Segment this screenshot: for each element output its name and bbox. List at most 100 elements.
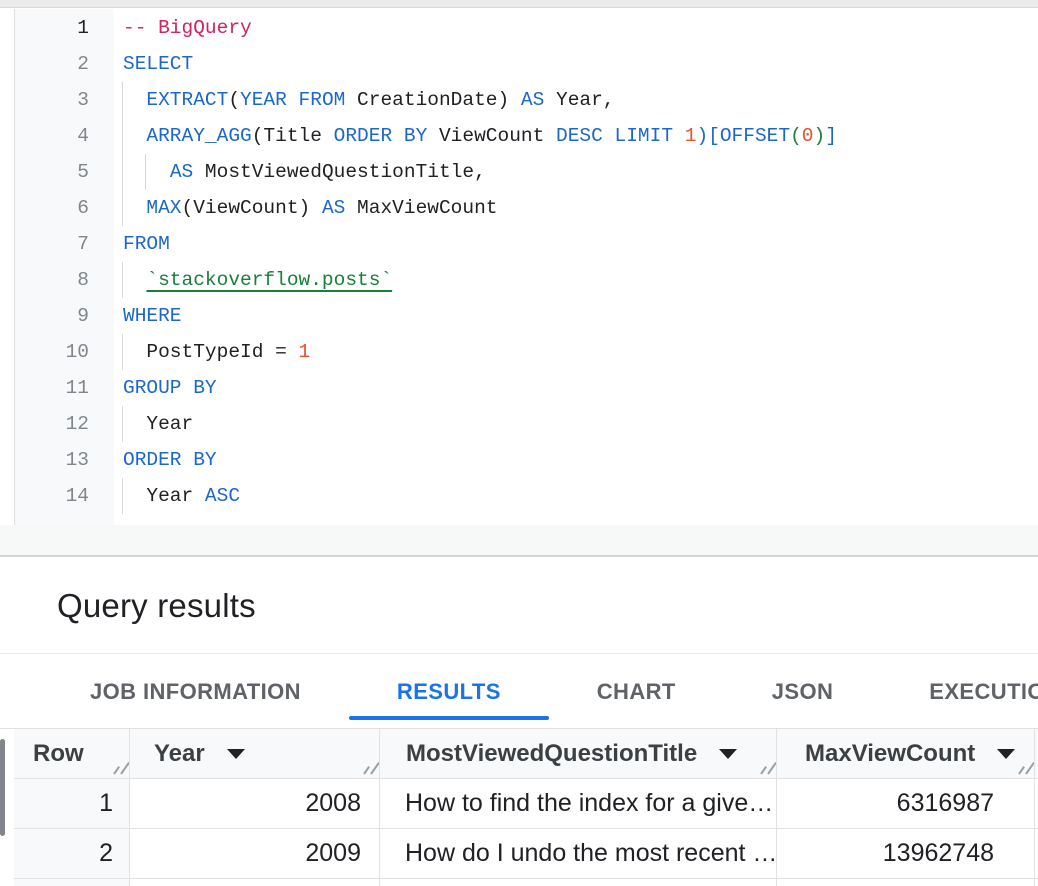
code-token bbox=[123, 341, 146, 363]
cell-year: 2008 bbox=[130, 779, 380, 828]
code-line[interactable]: 8 `stackoverflow.posts` bbox=[15, 262, 1038, 298]
code-token bbox=[123, 197, 146, 219]
code-text: -- BigQuery bbox=[114, 10, 252, 46]
tab-chart[interactable]: CHART bbox=[549, 655, 724, 728]
code-line[interactable]: 7 FROM bbox=[15, 226, 1038, 262]
cell-year: 2009 bbox=[130, 829, 380, 878]
column-label: MaxViewCount bbox=[805, 740, 975, 768]
table-row[interactable]: 12008How to find the index for a give…63… bbox=[14, 779, 1038, 829]
code-line[interactable]: 6 MAX(ViewCount) AS MaxViewCount bbox=[15, 190, 1038, 226]
code-token: AS bbox=[521, 89, 544, 111]
results-tab-bar: JOB INFORMATION RESULTS CHART JSON EXECUTION… bbox=[0, 655, 1038, 729]
indent-guide bbox=[122, 478, 123, 514]
code-token: `stackoverflow.posts` bbox=[146, 269, 392, 291]
cell-maxviewcount: 6316987 bbox=[777, 779, 1035, 828]
line-number: 12 bbox=[15, 406, 114, 442]
code-token bbox=[287, 89, 299, 111]
code-token: Year bbox=[146, 485, 205, 507]
code-token: ( bbox=[228, 89, 240, 111]
code-token bbox=[123, 89, 146, 111]
code-token: FROM bbox=[123, 233, 170, 255]
code-token: SELECT bbox=[123, 53, 193, 75]
code-token: 1 bbox=[685, 125, 697, 147]
code-text: MAX(ViewCount) AS MaxViewCount bbox=[114, 190, 497, 226]
column-label: Year bbox=[154, 740, 205, 768]
indent-guide bbox=[122, 82, 123, 118]
code-token bbox=[123, 413, 146, 435]
code-token: 0 bbox=[802, 125, 814, 147]
tab-label: EXECUTION DETAILS bbox=[929, 679, 1038, 705]
line-number: 3 bbox=[15, 82, 114, 118]
line-number: 7 bbox=[15, 226, 114, 262]
cell-mostviewedquestiontitle: How to find the index for a give… bbox=[380, 779, 777, 828]
code-text: `stackoverflow.posts` bbox=[114, 262, 392, 298]
code-text: ARRAY_AGG(Title ORDER BY ViewCount DESC … bbox=[114, 118, 837, 154]
tab-results[interactable]: RESULTS bbox=[349, 655, 549, 728]
code-line[interactable]: 14 Year ASC bbox=[15, 478, 1038, 514]
code-token: MAX bbox=[146, 197, 181, 219]
code-text: Year ASC bbox=[114, 478, 240, 514]
code-token: MaxViewCount bbox=[345, 197, 497, 219]
column-resize-grip[interactable] bbox=[108, 758, 124, 774]
code-token: EXTRACT bbox=[146, 89, 228, 111]
tab-label: RESULTS bbox=[397, 679, 501, 705]
column-menu-arrow-icon[interactable] bbox=[719, 749, 737, 759]
tab-json[interactable]: JSON bbox=[724, 655, 882, 728]
code-line[interactable]: 2 SELECT bbox=[15, 46, 1038, 82]
table-row[interactable] bbox=[14, 879, 1038, 886]
code-line[interactable]: 3 EXTRACT(YEAR FROM CreationDate) AS Yea… bbox=[15, 82, 1038, 118]
code-token: WHERE bbox=[123, 305, 182, 327]
code-token bbox=[673, 125, 685, 147]
column-resize-grip[interactable] bbox=[1013, 758, 1029, 774]
column-header-mostviewedquestiontitle[interactable]: MostViewedQuestionTitle bbox=[380, 729, 777, 778]
code-line[interactable]: 13ORDER BY bbox=[15, 442, 1038, 478]
column-header-row[interactable]: Row bbox=[14, 729, 130, 778]
scrollbar-thumb[interactable] bbox=[0, 739, 5, 836]
column-resize-grip[interactable] bbox=[755, 758, 771, 774]
column-header-year[interactable]: Year bbox=[130, 729, 380, 778]
code-token: PostTypeId = bbox=[146, 341, 298, 363]
cell-mostviewedquestiontitle: How do I undo the most recent … bbox=[380, 829, 777, 878]
cell-row bbox=[14, 879, 130, 886]
code-line[interactable]: 5 AS MostViewedQuestionTitle, bbox=[15, 154, 1038, 190]
cell-row: 1 bbox=[14, 779, 130, 828]
column-resize-grip[interactable] bbox=[358, 758, 374, 774]
code-token: ARRAY_AGG bbox=[146, 125, 251, 147]
code-line[interactable]: 4 ARRAY_AGG(Title ORDER BY ViewCount DES… bbox=[15, 118, 1038, 154]
line-number: 8 bbox=[15, 262, 114, 298]
code-text: SELECT bbox=[114, 46, 193, 82]
bigquery-console: 1-- BigQuery2SELECT3 EXTRACT(YEAR FROM C… bbox=[0, 0, 1038, 886]
line-number: 5 bbox=[15, 154, 114, 190]
line-number: 2 bbox=[15, 46, 114, 82]
indent-guide bbox=[122, 262, 123, 298]
code-line[interactable]: 10 PostTypeId = 1 bbox=[15, 334, 1038, 370]
line-number: 11 bbox=[15, 370, 114, 406]
code-line[interactable]: 12 Year bbox=[15, 406, 1038, 442]
line-number: 14 bbox=[15, 478, 114, 514]
column-menu-arrow-icon[interactable] bbox=[227, 749, 245, 759]
column-label: MostViewedQuestionTitle bbox=[406, 740, 697, 768]
page-title: Query results bbox=[57, 557, 256, 654]
code-token: FROM bbox=[299, 89, 346, 111]
code-token: AS bbox=[170, 161, 193, 183]
code-line[interactable]: 9WHERE bbox=[15, 298, 1038, 334]
sql-editor[interactable]: 1-- BigQuery2SELECT3 EXTRACT(YEAR FROM C… bbox=[14, 9, 1038, 525]
code-line[interactable]: 11GROUP BY bbox=[15, 370, 1038, 406]
cell-maxviewcount bbox=[777, 879, 1035, 886]
tab-job-information[interactable]: JOB INFORMATION bbox=[42, 655, 349, 728]
cell-row: 2 bbox=[14, 829, 130, 878]
code-token: (Title bbox=[252, 125, 334, 147]
cell-mostviewedquestiontitle bbox=[380, 879, 777, 886]
code-token: ORDER BY bbox=[334, 125, 428, 147]
code-token: LIMIT bbox=[615, 125, 674, 147]
line-number: 4 bbox=[15, 118, 114, 154]
code-line[interactable]: 1-- BigQuery bbox=[15, 10, 1038, 46]
tab-label: JSON bbox=[772, 679, 834, 705]
code-text: EXTRACT(YEAR FROM CreationDate) AS Year, bbox=[114, 82, 615, 118]
code-text: AS MostViewedQuestionTitle, bbox=[114, 154, 486, 190]
table-row[interactable]: 22009How do I undo the most recent …1396… bbox=[14, 829, 1038, 879]
tab-execution-details[interactable]: EXECUTION DETAILS bbox=[881, 655, 1038, 728]
indent-guide bbox=[122, 154, 123, 190]
column-header-maxviewcount[interactable]: MaxViewCount bbox=[777, 729, 1035, 778]
column-menu-arrow-icon[interactable] bbox=[997, 749, 1015, 759]
